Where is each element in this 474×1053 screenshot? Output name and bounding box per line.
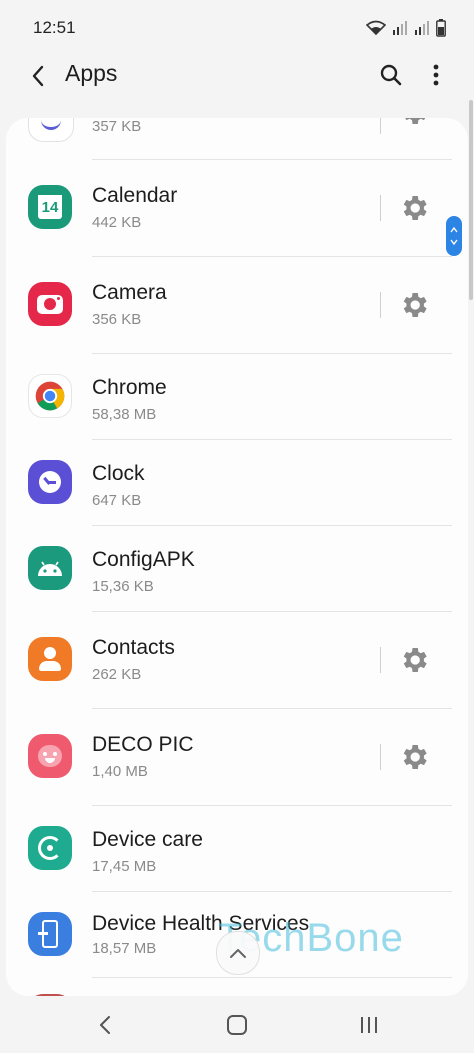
page-title: Apps bbox=[65, 60, 118, 86]
device-health-icon bbox=[28, 912, 72, 956]
app-icon bbox=[28, 118, 74, 142]
app-size: 262 KB bbox=[92, 666, 142, 683]
app-row-camera[interactable]: Camera 356 KB bbox=[6, 257, 468, 354]
app-row[interactable]: 357 KB bbox=[6, 118, 468, 160]
gear-icon[interactable] bbox=[398, 118, 430, 128]
calendar-day: 14 bbox=[41, 199, 59, 216]
app-size: 18,57 MB bbox=[92, 940, 157, 957]
chrome-icon bbox=[28, 374, 72, 418]
clock-icon bbox=[28, 460, 72, 504]
status-icons bbox=[366, 19, 446, 37]
chevron-left-icon bbox=[32, 65, 44, 87]
app-size: 15,36 KB bbox=[92, 578, 154, 595]
scroll-to-top-button[interactable] bbox=[216, 931, 260, 975]
gear-icon[interactable] bbox=[398, 741, 430, 773]
app-row-contacts[interactable]: Contacts 262 KB bbox=[6, 612, 468, 709]
app-row-clock[interactable]: Clock 647 KB bbox=[6, 440, 468, 526]
divider-vertical bbox=[380, 195, 381, 221]
app-name: ConfigAPK bbox=[92, 548, 195, 571]
divider-vertical bbox=[380, 744, 381, 770]
app-row-chrome[interactable]: Chrome 58,38 MB bbox=[6, 354, 468, 440]
app-row-calendar[interactable]: 14 Calendar 442 KB bbox=[6, 160, 468, 257]
status-bar: 12:51 bbox=[0, 0, 474, 56]
app-name: Calendar bbox=[92, 184, 178, 207]
wifi-icon bbox=[366, 20, 386, 36]
app-size: 1,40 MB bbox=[92, 763, 148, 780]
app-size: 58,38 MB bbox=[92, 406, 157, 423]
app-list: 357 KB 14 Calendar 442 KB Camera 356 KB bbox=[6, 118, 468, 996]
battery-icon bbox=[436, 19, 446, 37]
app-name: Chrome bbox=[92, 376, 167, 399]
app-row-configapk[interactable]: ConfigAPK 15,36 KB bbox=[6, 526, 468, 612]
app-name: Device care bbox=[92, 828, 203, 851]
android-robot-icon bbox=[38, 561, 62, 576]
chevron-up-icon bbox=[450, 227, 458, 233]
contacts-icon bbox=[28, 637, 72, 681]
app-bar: Apps bbox=[0, 50, 474, 100]
android-icon bbox=[28, 546, 72, 590]
app-row[interactable] bbox=[6, 978, 468, 996]
device-care-icon bbox=[28, 826, 72, 870]
search-icon bbox=[380, 64, 402, 86]
app-size: 647 KB bbox=[92, 492, 142, 509]
back-button[interactable] bbox=[24, 62, 52, 90]
nav-back-button[interactable] bbox=[90, 1010, 120, 1040]
gear-icon[interactable] bbox=[398, 289, 430, 321]
app-name: Camera bbox=[92, 281, 167, 304]
app-name: Contacts bbox=[92, 636, 175, 659]
divider-vertical bbox=[380, 647, 381, 673]
divider-vertical bbox=[380, 118, 381, 134]
navigation-bar bbox=[0, 996, 474, 1053]
chevron-down-icon bbox=[450, 239, 458, 245]
app-size: 357 KB bbox=[92, 118, 142, 135]
home-icon bbox=[227, 1015, 247, 1035]
app-name: Clock bbox=[92, 462, 145, 485]
camera-icon bbox=[28, 282, 72, 326]
nav-recents-button[interactable] bbox=[354, 1010, 384, 1040]
calendar-icon: 14 bbox=[28, 185, 72, 229]
app-size: 17,45 MB bbox=[92, 858, 157, 875]
divider-vertical bbox=[380, 292, 381, 318]
search-button[interactable] bbox=[376, 60, 406, 90]
recents-icon bbox=[361, 1017, 377, 1033]
app-size: 442 KB bbox=[92, 214, 142, 231]
more-vertical-icon bbox=[433, 64, 439, 86]
app-name: DECO PIC bbox=[92, 733, 194, 756]
fast-scroll-thumb[interactable] bbox=[446, 216, 462, 256]
signal-icon-1 bbox=[393, 21, 407, 35]
gear-icon[interactable] bbox=[398, 644, 430, 676]
scrollbar-track bbox=[469, 100, 473, 300]
status-time: 12:51 bbox=[33, 18, 76, 37]
back-icon bbox=[100, 1016, 110, 1034]
nav-home-button[interactable] bbox=[222, 1010, 252, 1040]
more-options-button[interactable] bbox=[424, 60, 448, 90]
app-row-device-care[interactable]: Device care 17,45 MB bbox=[6, 806, 468, 892]
app-row-deco-pic[interactable]: DECO PIC 1,40 MB bbox=[6, 709, 468, 806]
chevron-up-icon bbox=[230, 949, 246, 958]
signal-icon-2 bbox=[415, 21, 429, 35]
deco-pic-icon bbox=[28, 734, 72, 778]
app-size: 356 KB bbox=[92, 311, 142, 328]
gear-icon[interactable] bbox=[398, 192, 430, 224]
